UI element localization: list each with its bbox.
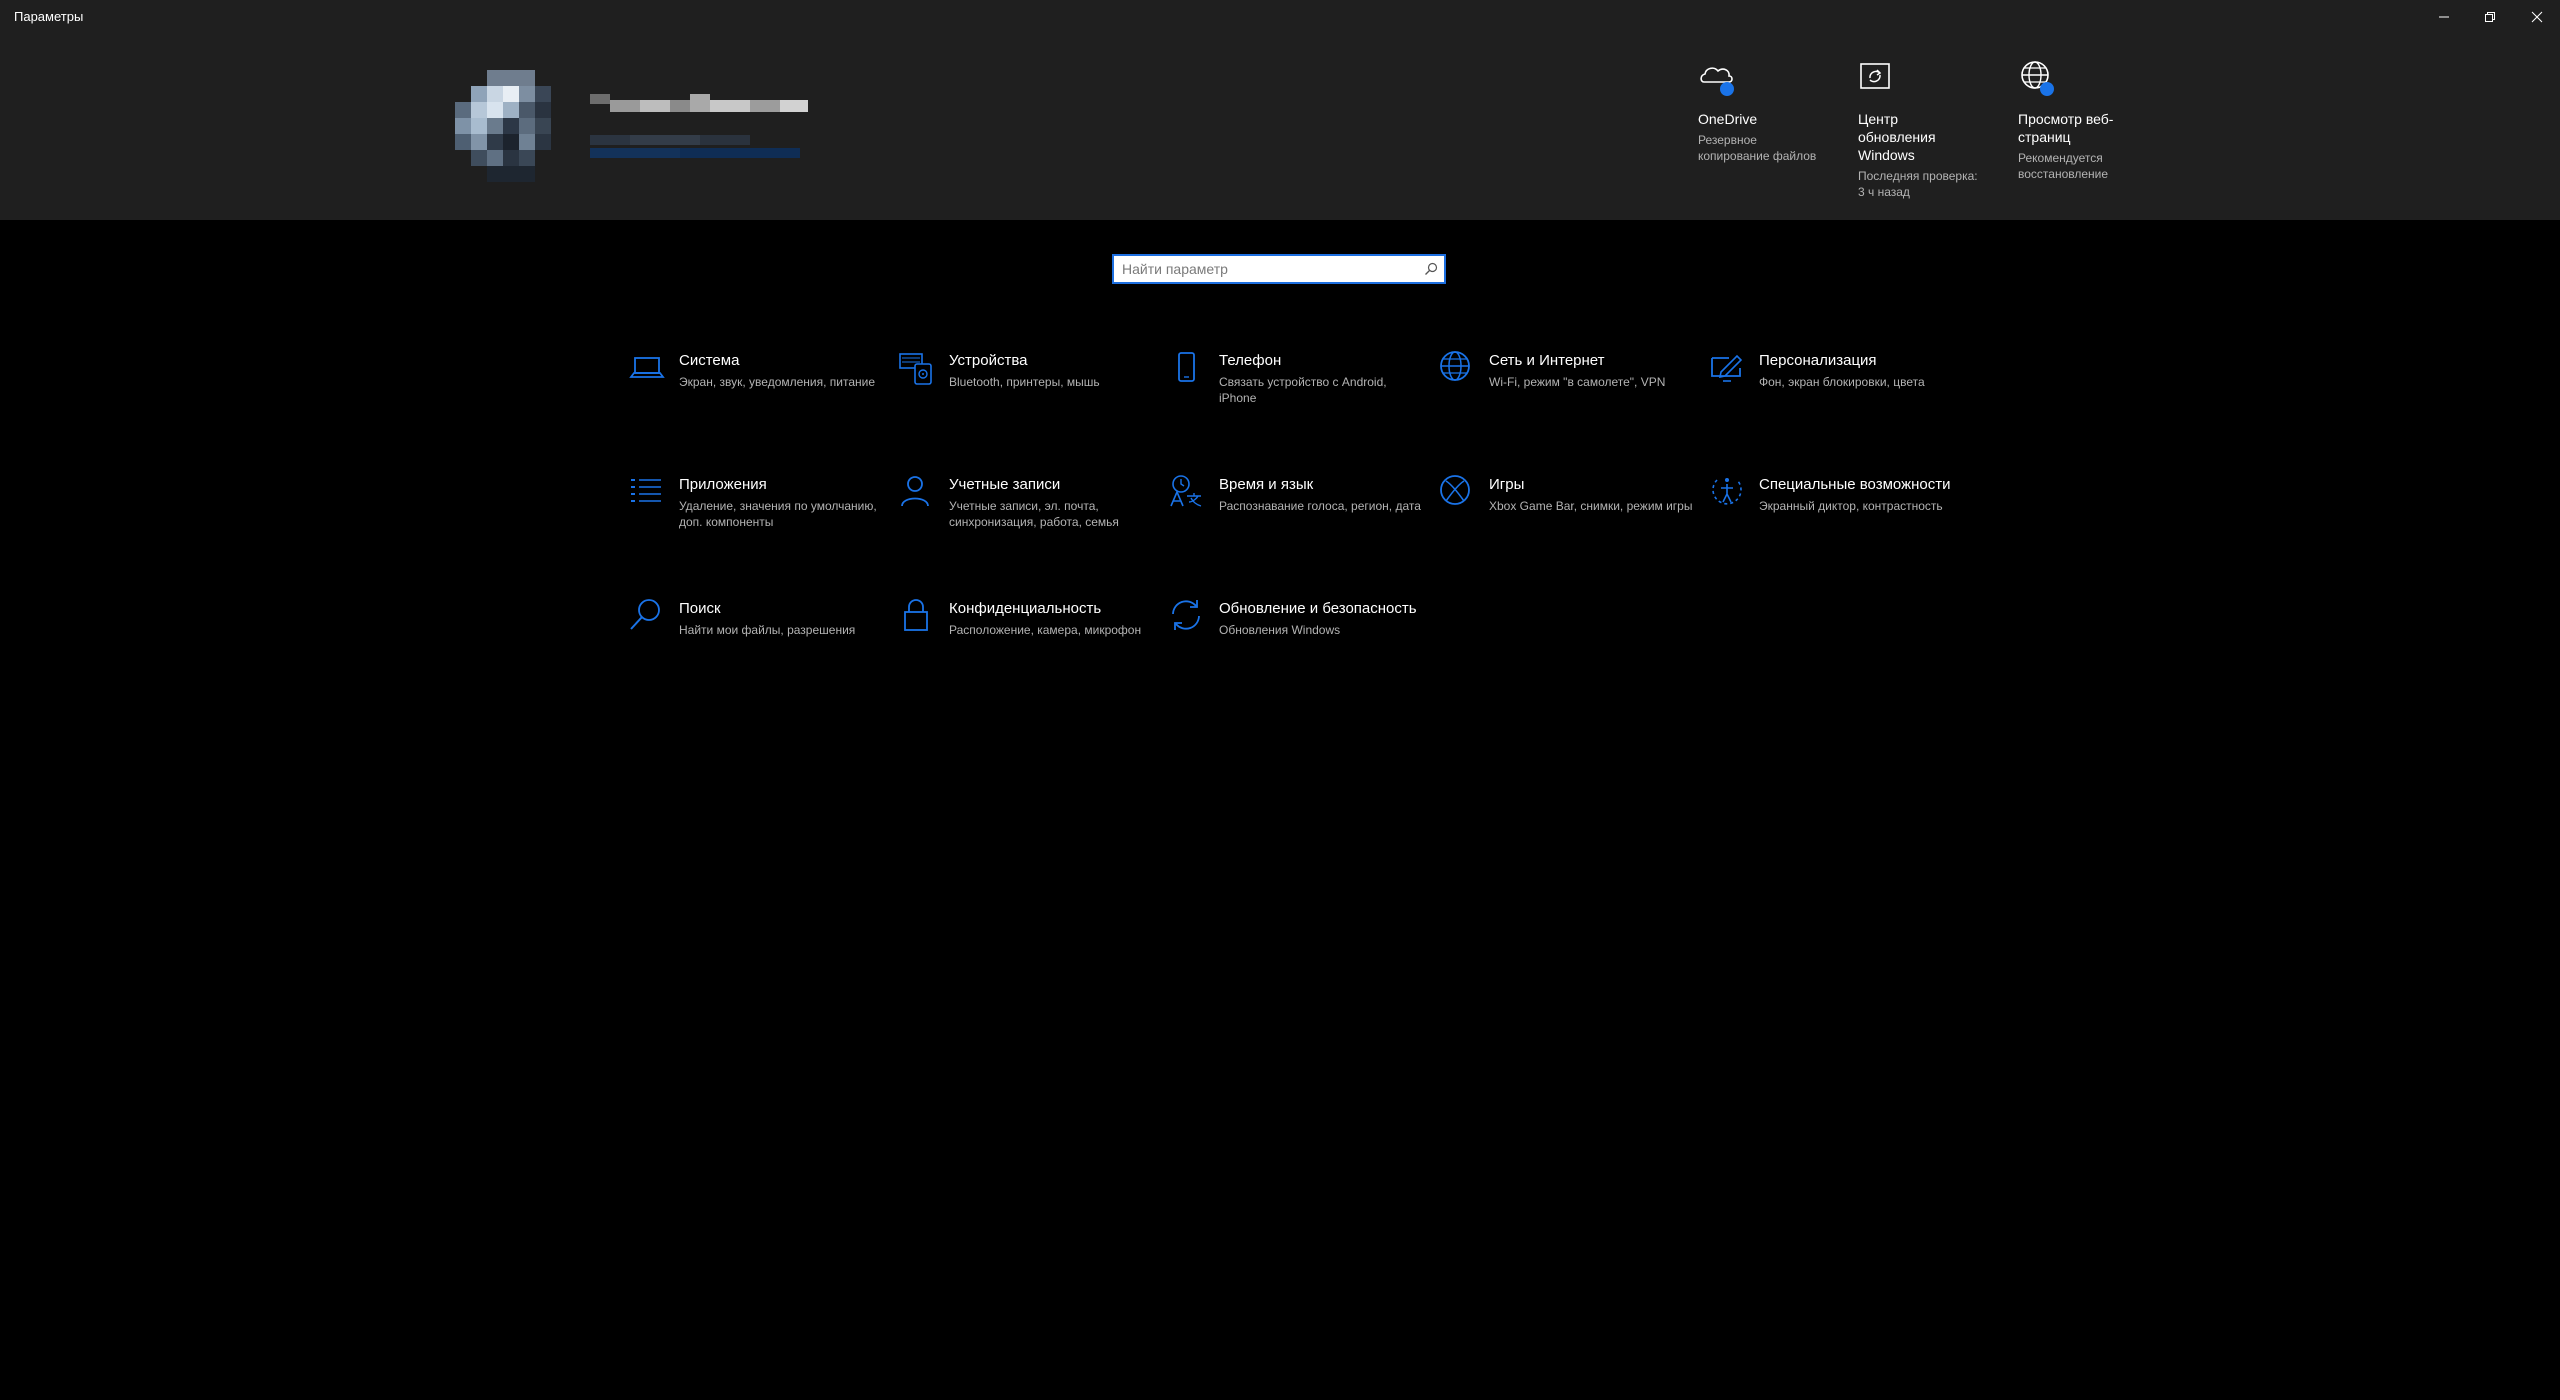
category-title: Игры	[1489, 476, 1525, 493]
category-title: Учетные записи	[949, 476, 1061, 493]
category-apps[interactable]: Приложения Удаление, значения по умолчан…	[627, 476, 887, 566]
category-title: Время и язык	[1219, 476, 1314, 493]
category-gaming[interactable]: Игры Xbox Game Bar, снимки, режим игры	[1437, 475, 1697, 566]
devices-icon	[897, 348, 937, 388]
category-desc: Wi-Fi, режим "в самолете", VPN	[1489, 375, 1666, 389]
update-icon	[1167, 596, 1207, 636]
category-title: Устройства	[949, 352, 1028, 369]
minimize-button[interactable]	[2421, 0, 2467, 34]
phone-icon	[1167, 348, 1207, 388]
laptop-icon	[627, 348, 667, 388]
quick-tile-desc: Последняя проверка: 3 ч назад	[1858, 169, 1978, 199]
category-search[interactable]: Поиск Найти мои файлы, разрешения	[627, 599, 887, 690]
minimize-icon	[2439, 16, 2449, 18]
lock-icon	[897, 596, 937, 636]
account-header	[0, 34, 2560, 220]
xbox-icon	[1437, 472, 1477, 512]
window-title: Параметры	[14, 9, 84, 24]
globe-icon	[1437, 348, 1477, 388]
category-accessibility[interactable]: Специальные возможности Экранный диктор,…	[1707, 476, 1967, 566]
category-time-language[interactable]: Время и язык Распознавание голоса, регио…	[1167, 475, 1427, 566]
category-title: Телефон	[1219, 352, 1282, 369]
category-desc: Расположение, камера, микрофон	[949, 623, 1142, 637]
windows-update-icon	[1858, 58, 1898, 98]
avatar[interactable]	[455, 70, 567, 182]
category-desc: Связать устройство с Android, iPhone	[1219, 375, 1387, 405]
quick-tile-desc: Резервное копирование файлов	[1698, 133, 1817, 163]
category-desc: Распознавание голоса, регион, дата	[1219, 499, 1421, 513]
personalization-icon	[1707, 348, 1747, 388]
title-bar: Параметры	[0, 0, 2560, 34]
category-title: Сеть и Интернет	[1489, 352, 1605, 369]
category-personalization[interactable]: Персонализация Фон, экран блокировки, цв…	[1707, 352, 1967, 442]
quick-tile-title: Просмотр веб-страниц	[2018, 111, 2114, 145]
user-info-redacted	[590, 94, 808, 158]
category-title: Персонализация	[1759, 352, 1877, 369]
category-desc: Удаление, значения по умолчанию, доп. ко…	[679, 499, 877, 529]
accessibility-icon	[1707, 472, 1747, 512]
category-system[interactable]: Система Экран, звук, уведомления, питани…	[627, 352, 887, 442]
quick-tile-title: Центр обновления Windows	[1858, 111, 1936, 163]
category-title: Поиск	[679, 600, 721, 617]
category-desc: Обновления Windows	[1219, 623, 1341, 637]
close-icon	[2531, 11, 2543, 23]
quick-tile-onedrive[interactable]: OneDrive Резервное копирование файлов	[1698, 58, 1818, 164]
globe-icon	[2018, 58, 2058, 98]
category-title: Приложения	[679, 476, 767, 493]
category-title: Система	[679, 352, 740, 369]
category-desc: Bluetooth, принтеры, мышь	[949, 375, 1100, 389]
category-title: Конфиденциальность	[949, 600, 1102, 617]
onedrive-icon	[1698, 58, 1738, 98]
person-icon	[897, 472, 937, 512]
category-title: Обновление и безопасность	[1219, 600, 1417, 617]
quick-tile-title: OneDrive	[1698, 111, 1758, 127]
category-network[interactable]: Сеть и Интернет Wi-Fi, режим "в самолете…	[1437, 351, 1697, 442]
category-phone[interactable]: Телефон Связать устройство с Android, iP…	[1167, 352, 1427, 442]
restore-icon	[2485, 12, 2495, 22]
close-button[interactable]	[2514, 0, 2560, 34]
category-accounts[interactable]: Учетные записи Учетные записи, эл. почта…	[897, 476, 1157, 566]
search-input[interactable]	[1114, 256, 1418, 282]
quick-tile-browsing[interactable]: Просмотр веб-страниц Рекомендуется восст…	[2018, 58, 2138, 182]
category-title: Специальные возможности	[1759, 476, 1951, 493]
search-icon	[627, 596, 667, 636]
category-desc: Экран, звук, уведомления, питание	[679, 375, 876, 389]
category-desc: Xbox Game Bar, снимки, режим игры	[1489, 499, 1693, 513]
category-desc: Экранный диктор, контрастность	[1759, 499, 1943, 513]
quick-tile-windows-update[interactable]: Центр обновления Windows Последняя прове…	[1858, 58, 1978, 200]
restore-button[interactable]	[2467, 0, 2513, 34]
category-privacy[interactable]: Конфиденциальность Расположение, камера,…	[897, 599, 1157, 690]
apps-list-icon	[627, 472, 667, 512]
search-icon[interactable]	[1418, 256, 1444, 282]
search-box[interactable]	[1112, 254, 1446, 284]
quick-tile-desc: Рекомендуется восстановление	[2018, 151, 2109, 181]
category-devices[interactable]: Устройства Bluetooth, принтеры, мышь	[897, 352, 1157, 442]
category-update-security[interactable]: Обновление и безопасность Обновления Win…	[1167, 600, 1427, 690]
category-desc: Найти мои файлы, разрешения	[679, 623, 856, 637]
category-desc: Фон, экран блокировки, цвета	[1759, 375, 1925, 389]
time-language-icon	[1167, 472, 1207, 512]
category-desc: Учетные записи, эл. почта, синхронизация…	[949, 499, 1119, 529]
